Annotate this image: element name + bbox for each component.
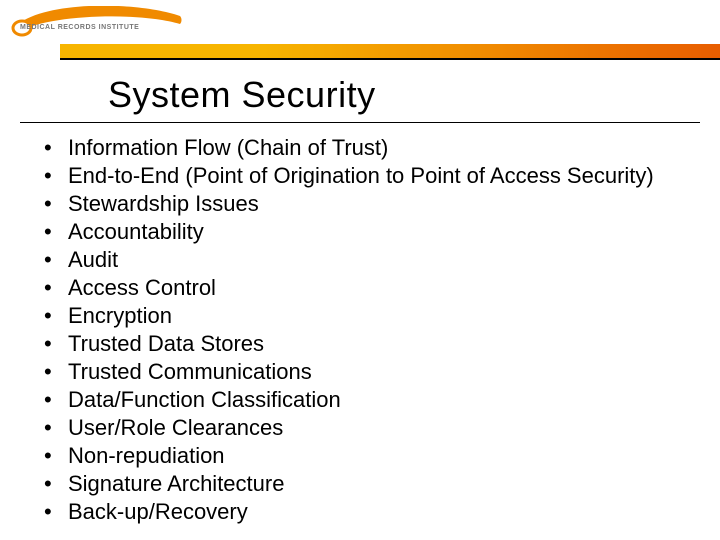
list-item: Information Flow (Chain of Trust) <box>36 134 700 162</box>
header-accent-underline <box>60 58 720 60</box>
list-item: Stewardship Issues <box>36 190 700 218</box>
header-accent-bar <box>60 44 720 58</box>
list-item: Audit <box>36 246 700 274</box>
bullet-list: Information Flow (Chain of Trust) End-to… <box>36 134 700 526</box>
slide-title: System Security <box>108 74 376 116</box>
slide: MEDICAL RECORDS INSTITUTE System Securit… <box>0 0 720 540</box>
list-item: User/Role Clearances <box>36 414 700 442</box>
title-underline <box>20 122 700 123</box>
list-item: Signature Architecture <box>36 470 700 498</box>
list-item: Access Control <box>36 274 700 302</box>
list-item: Accountability <box>36 218 700 246</box>
logo-text: MEDICAL RECORDS INSTITUTE <box>20 24 139 31</box>
list-item: Non-repudiation <box>36 442 700 470</box>
logo: MEDICAL RECORDS INSTITUTE <box>10 6 190 42</box>
list-item: Trusted Communications <box>36 358 700 386</box>
list-item: Trusted Data Stores <box>36 330 700 358</box>
list-item: Back-up/Recovery <box>36 498 700 526</box>
list-item: End-to-End (Point of Origination to Poin… <box>36 162 700 190</box>
slide-content: Information Flow (Chain of Trust) End-to… <box>36 134 700 526</box>
list-item: Encryption <box>36 302 700 330</box>
list-item: Data/Function Classification <box>36 386 700 414</box>
